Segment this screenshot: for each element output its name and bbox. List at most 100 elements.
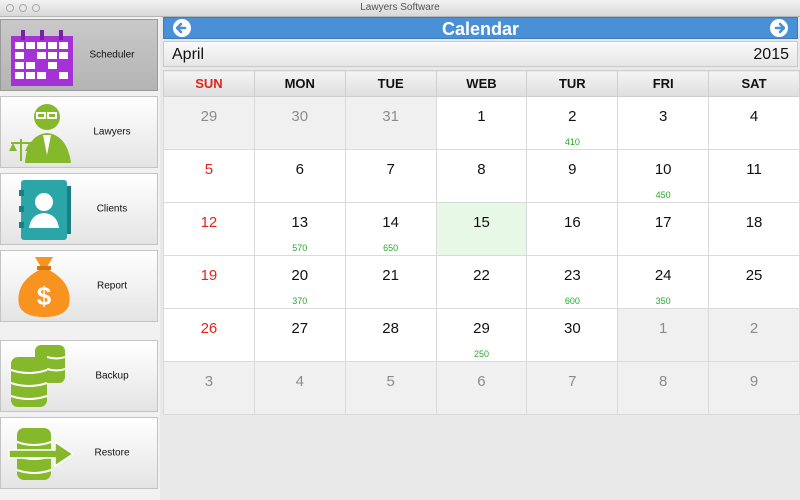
calendar-day-cell[interactable]: 6 [435,361,528,415]
day-amount: 250 [473,349,489,359]
calendar-day-cell[interactable]: 3 [163,361,255,415]
calendar-day-cell[interactable]: 8 [617,361,710,415]
sidebar-item-label: Restore [94,447,130,459]
day-number: 28 [382,320,399,337]
calendar-day-cell[interactable]: 7 [344,149,437,203]
day-amount: 570 [292,243,308,253]
calendar-day-cell[interactable]: 29 [163,96,255,150]
calendar-day-cell[interactable]: 1 [617,308,710,362]
calendar-day-cell[interactable]: 7 [526,361,619,415]
svg-text:$: $ [37,281,52,311]
calendar-day-cell[interactable]: 2 410 [526,96,619,150]
calendar-grid: SUN MON TUE WEB TUR FRI SAT 29 30 31 1 2 410 3… [163,70,800,415]
money-bag-icon: $ [18,257,70,317]
sidebar-item-report[interactable]: $ Report [0,250,158,322]
day-amount: 600 [564,296,580,306]
weekday-header: TUE [344,70,437,97]
calendar-day-cell[interactable]: 28 [344,308,437,362]
calendar-day-cell[interactable]: 3 [617,96,710,150]
sidebar-item-label: Report [96,280,127,292]
calendar-day-cell[interactable]: 29 250 [435,308,528,362]
day-number: 12 [200,214,218,231]
weekday-header-row: SUN MON TUE WEB TUR FRI SAT [163,70,800,97]
calendar-day-cell[interactable]: 25 [708,255,800,309]
calendar-day-cell[interactable]: 17 [617,202,710,256]
calendar-week-row: 3 4 5 6 7 8 9 [163,361,800,415]
calendar-day-cell[interactable]: 5 [163,149,255,203]
day-number: 4 [749,108,759,125]
calendar-day-cell[interactable]: 10 450 [617,149,710,203]
calendar-panel: Calendar April 2015 SUN MON TUE WEB TUR … [160,17,800,500]
calendar-day-cell[interactable]: 26 [163,308,255,362]
calendar-day-cell-today[interactable]: 15 [435,202,528,256]
calendar-title: Calendar [441,19,520,39]
database-restore-icon [8,428,75,480]
day-number: 21 [382,267,399,284]
next-month-arrow-icon[interactable] [770,19,788,37]
sidebar-item-backup[interactable]: Backup [0,340,158,412]
calendar-icon [11,30,73,86]
weekday-header: SAT [708,70,800,97]
calendar-day-cell[interactable]: 9 [708,361,800,415]
calendar-day-cell[interactable]: 30 [526,308,619,362]
calendar-day-cell[interactable]: 14 650 [344,202,437,256]
day-number: 17 [654,214,672,231]
calendar-day-cell[interactable]: 12 [163,202,255,256]
day-number: 6 [295,161,304,178]
day-number: 7 [568,373,577,390]
weekday-header: FRI [617,70,710,97]
month-year-bar: April 2015 [163,41,798,67]
day-number: 5 [386,373,395,390]
day-number: 1 [477,108,486,125]
weekday-header: MON [253,70,346,97]
calendar-day-cell[interactable]: 1 [435,96,528,150]
day-amount: 410 [564,137,580,147]
sidebar-item-lawyers[interactable]: Lawyers [0,96,158,168]
sidebar-item-clients[interactable]: Clients [0,173,158,245]
day-number: 4 [295,373,304,390]
day-number: 3 [204,373,214,390]
calendar-day-cell[interactable]: 8 [435,149,528,203]
sidebar-item-label: Clients [96,203,128,215]
calendar-day-cell[interactable]: 13 570 [253,202,346,256]
calendar-day-cell[interactable]: 6 [253,149,346,203]
day-number: 31 [382,108,399,125]
calendar-weeks: 29 30 31 1 2 410 3 4 5 6 7 8 9 10 450 11 12 13 570 14 650 15 1… [163,96,800,415]
database-icon [10,345,66,407]
weekday-header: WEB [435,70,528,97]
calendar-day-cell[interactable]: 9 [526,149,619,203]
day-amount: 650 [383,243,399,253]
calendar-day-cell[interactable]: 2 [708,308,800,362]
calendar-day-cell[interactable]: 24 350 [617,255,710,309]
day-number: 29 [473,320,490,337]
day-number: 7 [386,161,395,178]
calendar-day-cell[interactable]: 23 600 [526,255,619,309]
calendar-day-cell[interactable]: 4 [708,96,800,150]
day-amount: 370 [292,296,308,306]
day-number: 20 [291,267,309,284]
calendar-day-cell[interactable]: 30 [253,96,346,150]
calendar-day-cell[interactable]: 11 [708,149,800,203]
month-label: April [172,46,205,63]
calendar-day-cell[interactable]: 16 [526,202,619,256]
day-number: 2 [749,320,759,337]
calendar-day-cell[interactable]: 31 [344,96,437,150]
calendar-day-cell[interactable]: 27 [253,308,346,362]
calendar-day-cell[interactable]: 18 [708,202,800,256]
day-number: 2 [568,108,577,125]
calendar-day-cell[interactable]: 20 370 [253,255,346,309]
day-number: 13 [291,214,309,231]
sidebar-item-label: Lawyers [93,126,131,138]
calendar-day-cell[interactable]: 21 [344,255,437,309]
calendar-day-cell[interactable]: 4 [253,361,346,415]
day-number: 10 [654,161,672,178]
day-number: 27 [291,320,309,337]
calendar-day-cell[interactable]: 5 [344,361,437,415]
sidebar-item-scheduler[interactable]: Scheduler [0,19,158,91]
calendar-day-cell[interactable]: 19 [163,255,255,309]
day-number: 23 [563,267,581,284]
day-number: 26 [200,320,218,337]
sidebar-item-restore[interactable]: Restore [0,417,158,489]
calendar-day-cell[interactable]: 22 [435,255,528,309]
year-label: 2015 [753,46,789,63]
